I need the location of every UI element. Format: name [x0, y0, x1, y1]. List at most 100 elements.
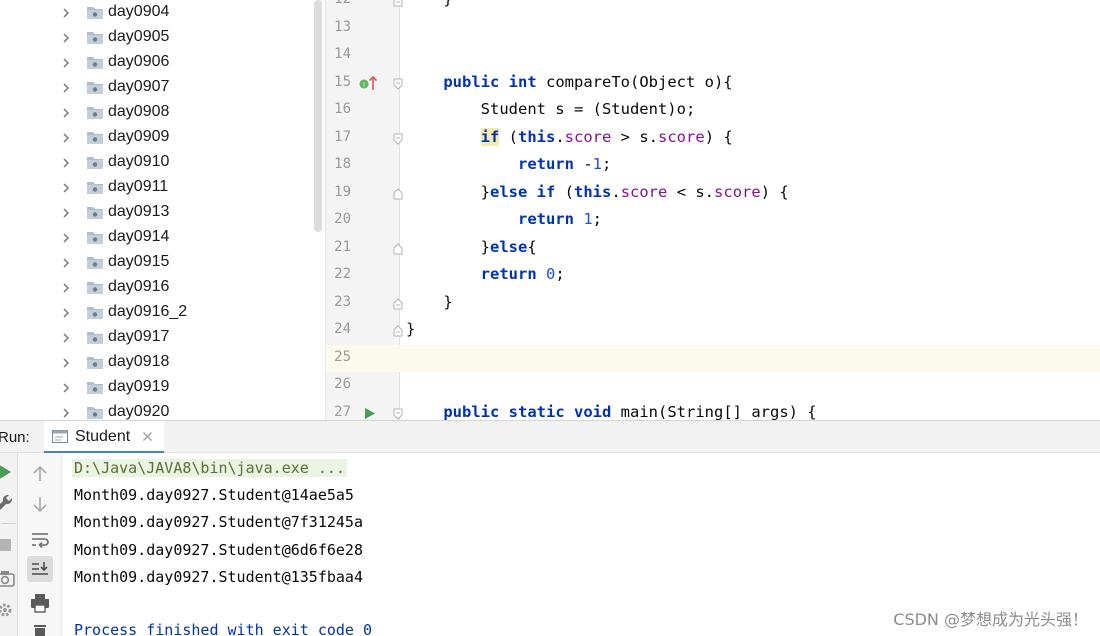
line-number[interactable]: 25	[326, 349, 351, 365]
line-number[interactable]: 17	[326, 129, 351, 145]
code-text[interactable]: public static void main(String[] args) {	[406, 403, 816, 421]
line-number[interactable]: 27	[326, 404, 351, 420]
tree-item-day0920[interactable]: day0920	[0, 400, 312, 420]
code-text[interactable]: }	[406, 320, 415, 338]
code-text[interactable]: }else if (this.score < s.score) {	[406, 183, 789, 201]
line-number[interactable]: 12	[326, 0, 351, 7]
fold-marker-icon[interactable]	[392, 0, 404, 8]
code-line-19[interactable]: 19 }else if (this.score < s.score) {	[326, 180, 1100, 208]
chevron-right-icon[interactable]	[60, 207, 72, 219]
tree-item-day0918[interactable]: day0918	[0, 350, 312, 375]
code-line-24[interactable]: 24}	[326, 317, 1100, 345]
code-text[interactable]: return -1;	[406, 155, 611, 173]
fold-marker-icon[interactable]	[392, 77, 404, 91]
run-gutter-icon[interactable]	[364, 407, 376, 420]
implements-method-icon[interactable]: I	[358, 74, 378, 92]
code-line-16[interactable]: 16 Student s = (Student)o;	[326, 97, 1100, 125]
tree-item-day0907[interactable]: day0907	[0, 75, 312, 100]
code-line-14[interactable]: 14	[326, 42, 1100, 70]
code-line-17[interactable]: 17 if (this.score > s.score) {	[326, 125, 1100, 153]
chevron-right-icon[interactable]	[60, 32, 72, 44]
chevron-right-icon[interactable]	[60, 157, 72, 169]
code-text[interactable]: }	[406, 0, 452, 8]
chevron-right-icon[interactable]	[60, 132, 72, 144]
trash-icon[interactable]	[27, 619, 53, 636]
settings-icon[interactable]	[0, 597, 18, 623]
code-line-15[interactable]: 15 I public int compareTo(Object o){	[326, 70, 1100, 98]
fold-marker-icon[interactable]	[392, 297, 404, 311]
chevron-right-icon[interactable]	[60, 57, 72, 69]
tree-item-day0910[interactable]: day0910	[0, 150, 312, 175]
line-number[interactable]: 19	[326, 184, 351, 200]
code-line-22[interactable]: 22 return 0;	[326, 262, 1100, 290]
code-editor[interactable]: 12 } 13 14 15 I public int compareTo(Object …	[326, 0, 1100, 420]
chevron-right-icon[interactable]	[60, 107, 72, 119]
print-icon[interactable]	[27, 590, 53, 616]
code-text[interactable]: if (this.score > s.score) {	[406, 127, 733, 146]
chevron-right-icon[interactable]	[60, 332, 72, 344]
fold-marker-icon[interactable]	[392, 132, 404, 146]
chevron-right-icon[interactable]	[60, 182, 72, 194]
chevron-right-icon[interactable]	[60, 7, 72, 19]
code-line-21[interactable]: 21 }else{	[326, 235, 1100, 263]
camera-icon[interactable]	[0, 565, 18, 591]
code-line-12[interactable]: 12 }	[326, 0, 1100, 15]
fold-marker-icon[interactable]	[392, 324, 404, 338]
code-line-18[interactable]: 18 return -1;	[326, 152, 1100, 180]
close-icon[interactable]	[142, 431, 153, 442]
chevron-right-icon[interactable]	[60, 407, 72, 419]
chevron-right-icon[interactable]	[60, 232, 72, 244]
tree-item-day0904[interactable]: day0904	[0, 0, 312, 25]
tree-item-day0916_2[interactable]: day0916_2	[0, 300, 312, 325]
code-text[interactable]: return 0;	[406, 265, 565, 283]
tree-item-day0905[interactable]: day0905	[0, 25, 312, 50]
code-text[interactable]: public int compareTo(Object o){	[406, 73, 732, 91]
tree-item-day0919[interactable]: day0919	[0, 375, 312, 400]
chevron-right-icon[interactable]	[60, 357, 72, 369]
line-number[interactable]: 22	[326, 266, 351, 282]
code-text[interactable]: return 1;	[406, 210, 602, 228]
soft-wrap-icon[interactable]	[27, 526, 53, 552]
arrow-down-icon[interactable]	[27, 491, 53, 517]
tree-item-day0915[interactable]: day0915	[0, 250, 312, 275]
code-text[interactable]: Student s = (Student)o;	[406, 100, 696, 118]
chevron-right-icon[interactable]	[60, 82, 72, 94]
scroll-to-end-icon[interactable]	[27, 556, 53, 582]
chevron-right-icon[interactable]	[60, 382, 72, 394]
tree-item-day0913[interactable]: day0913	[0, 200, 312, 225]
tree-item-day0916[interactable]: day0916	[0, 275, 312, 300]
line-number[interactable]: 14	[326, 46, 351, 62]
tree-item-day0906[interactable]: day0906	[0, 50, 312, 75]
arrow-up-icon[interactable]	[27, 461, 53, 487]
fold-marker-icon[interactable]	[392, 187, 404, 201]
tree-item-day0911[interactable]: day0911	[0, 175, 312, 200]
chevron-right-icon[interactable]	[60, 257, 72, 269]
line-number[interactable]: 13	[326, 19, 351, 35]
wrench-icon[interactable]	[0, 490, 18, 516]
line-number[interactable]: 16	[326, 101, 351, 117]
line-number[interactable]: 26	[326, 376, 351, 392]
project-tree-scrollbar[interactable]	[314, 0, 322, 232]
rerun-icon[interactable]	[0, 459, 18, 485]
tree-item-day0914[interactable]: day0914	[0, 225, 312, 250]
code-line-25[interactable]: 25	[326, 344, 1100, 372]
code-line-27[interactable]: 27 public static void main(String[] args…	[326, 400, 1100, 421]
code-text[interactable]: }else{	[406, 238, 537, 256]
code-text[interactable]: }	[406, 293, 452, 311]
code-line-20[interactable]: 20 return 1;	[326, 207, 1100, 235]
chevron-right-icon[interactable]	[60, 307, 72, 319]
run-tab-student[interactable]: Student	[44, 421, 164, 454]
stop-icon[interactable]	[0, 532, 18, 558]
code-line-26[interactable]: 26	[326, 372, 1100, 400]
line-number[interactable]: 18	[326, 156, 351, 172]
line-number[interactable]: 21	[326, 239, 351, 255]
line-number[interactable]: 15	[326, 74, 351, 90]
line-number[interactable]: 20	[326, 211, 351, 227]
code-line-13[interactable]: 13	[326, 15, 1100, 43]
tree-item-day0909[interactable]: day0909	[0, 125, 312, 150]
chevron-right-icon[interactable]	[60, 282, 72, 294]
code-line-23[interactable]: 23 }	[326, 290, 1100, 318]
line-number[interactable]: 23	[326, 294, 351, 310]
fold-marker-icon[interactable]	[392, 242, 404, 256]
tree-item-day0917[interactable]: day0917	[0, 325, 312, 350]
